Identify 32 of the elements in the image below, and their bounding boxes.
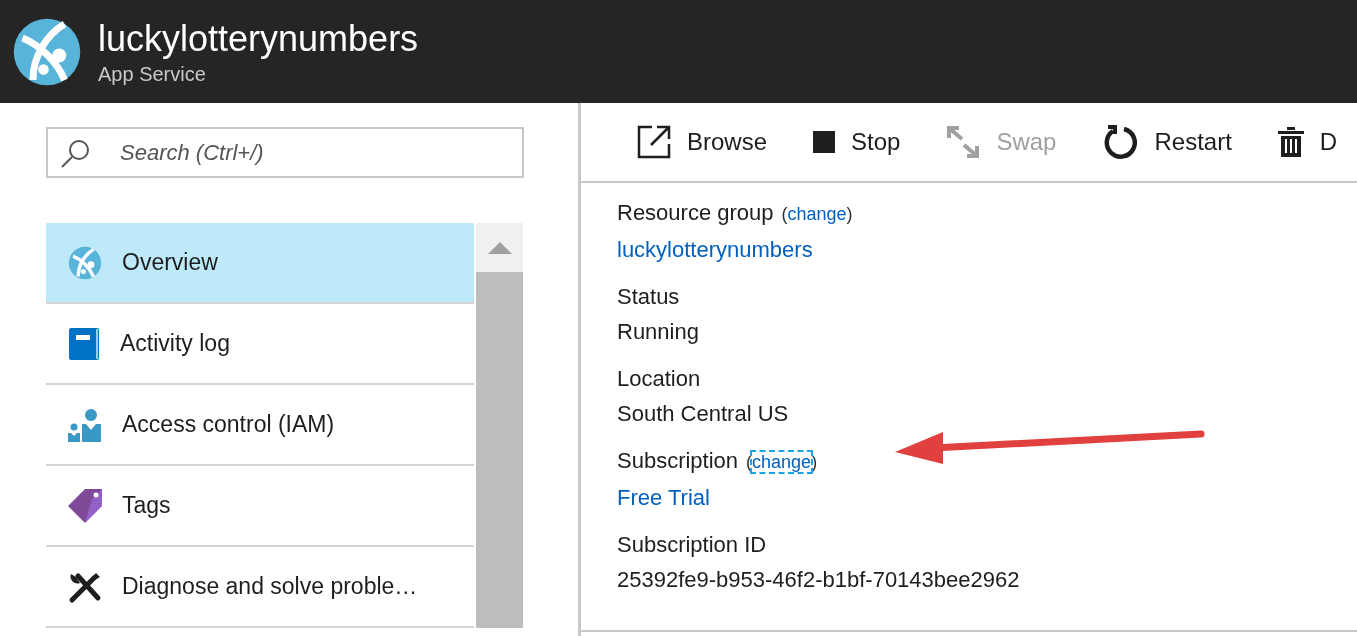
scrollbar[interactable] (476, 223, 523, 628)
property-link[interactable]: Free Trial (617, 480, 710, 515)
scroll-up-icon[interactable] (487, 241, 512, 254)
property-label: Subscription (617, 447, 739, 475)
toolbar-button[interactable]: D (1277, 124, 1338, 160)
property-label: Location (617, 365, 701, 393)
book-icon (68, 326, 100, 361)
restart-icon (1102, 124, 1139, 160)
property-value: Running (617, 318, 700, 346)
resource-title: luckylotterynumbers (98, 16, 419, 61)
toolbar-button[interactable]: Browse (637, 124, 768, 160)
globe-logo-icon (12, 16, 82, 87)
property-value: 25392fe9-b953-46f2-b1bf-70143bee2962 (617, 566, 1021, 594)
resource-type: App Service (98, 61, 207, 87)
external-link-icon (637, 125, 671, 159)
property-value: South Central US (617, 400, 790, 428)
property-label: Subscription ID (617, 531, 767, 559)
search-field[interactable]: Search (Ctrl+/) (46, 127, 524, 178)
globe-icon (68, 245, 102, 280)
stop-icon (813, 131, 836, 153)
toolbar-button[interactable]: Restart (1102, 124, 1232, 160)
property-link[interactable]: luckylotterynumbers (617, 232, 813, 267)
swap-arrows-icon (946, 125, 981, 159)
property-label: Status (617, 283, 680, 311)
people-icon (68, 407, 102, 442)
search-icon (60, 137, 92, 169)
change-link[interactable]: (change) (781, 197, 853, 232)
tag-icon (68, 488, 102, 523)
property-label: Resource group (617, 199, 774, 227)
toolbar-button[interactable]: Stop (813, 124, 901, 160)
trash-icon (1277, 127, 1304, 157)
menu-item[interactable]: Overview (46, 223, 474, 304)
